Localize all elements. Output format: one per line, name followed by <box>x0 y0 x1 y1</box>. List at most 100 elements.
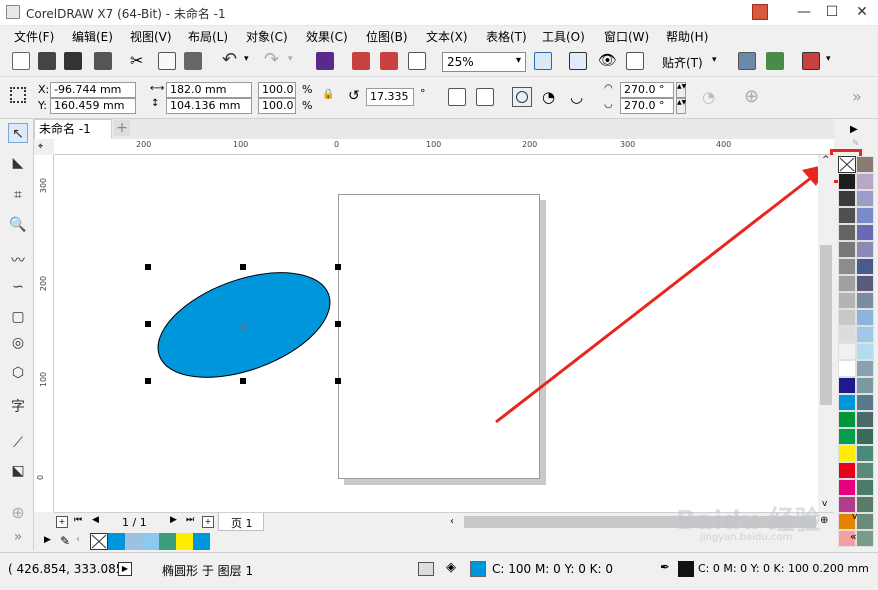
document-color-swatch[interactable] <box>176 533 193 550</box>
publish-pdf-icon[interactable] <box>408 52 426 70</box>
rectangle-tool-icon[interactable]: ▢ <box>8 307 28 327</box>
menu-item[interactable]: 位图(B) <box>366 28 408 45</box>
lock-ratio-icon[interactable]: 🔒 <box>322 89 334 100</box>
page-tab[interactable]: 页 1 <box>218 513 264 531</box>
color-swatch[interactable] <box>856 513 874 530</box>
chevron-down-icon[interactable]: ▾ <box>826 54 831 64</box>
palette-eyedropper-icon[interactable]: ✎ <box>852 139 860 149</box>
cut-icon[interactable]: ✂ <box>130 51 143 70</box>
ellipse-tool-icon[interactable]: ◎ <box>8 333 28 353</box>
paste-icon[interactable] <box>184 52 202 70</box>
menu-item[interactable]: 文本(X) <box>426 28 468 45</box>
color-swatch[interactable] <box>856 360 874 377</box>
overflow-chevron-icon[interactable]: » <box>8 527 28 547</box>
text-tool-icon[interactable]: 字 <box>8 397 28 417</box>
color-swatch[interactable] <box>838 224 856 241</box>
close-button[interactable]: ✕ <box>848 0 876 26</box>
change-direction-icon[interactable]: ◔ <box>702 88 715 106</box>
import-icon[interactable] <box>352 52 370 70</box>
menu-item[interactable]: 效果(C) <box>306 28 348 45</box>
x-position-input[interactable]: -96.744 mm <box>50 82 136 98</box>
menu-item[interactable]: 对象(C) <box>246 28 288 45</box>
status-play-icon[interactable]: ▶ <box>118 562 132 576</box>
color-swatch[interactable] <box>856 411 874 428</box>
play-icon[interactable]: ▶ <box>44 535 51 545</box>
add-tool-icon[interactable]: ⊕ <box>8 503 28 523</box>
menu-item[interactable]: 视图(V) <box>130 28 172 45</box>
application-launcher-icon[interactable] <box>802 52 820 70</box>
color-swatch[interactable] <box>856 241 874 258</box>
selection-handle[interactable] <box>335 378 341 384</box>
color-swatch[interactable] <box>838 275 856 292</box>
color-swatch[interactable] <box>838 479 856 496</box>
color-swatch[interactable] <box>856 326 874 343</box>
y-position-input[interactable]: 160.459 mm <box>50 98 136 114</box>
color-swatch[interactable] <box>856 258 874 275</box>
undo-dropdown-icon[interactable]: ▾ <box>244 54 249 64</box>
color-swatch[interactable] <box>856 445 874 462</box>
export-icon[interactable] <box>380 52 398 70</box>
minimize-button[interactable]: — <box>790 0 818 26</box>
menu-item[interactable]: 工具(O) <box>542 28 585 45</box>
selection-handle[interactable] <box>145 378 151 384</box>
last-page-icon[interactable]: ⏭ <box>186 515 194 525</box>
add-icon[interactable]: ⊕ <box>744 86 759 107</box>
color-swatch[interactable] <box>838 394 856 411</box>
color-swatch[interactable] <box>856 428 874 445</box>
document-color-swatch[interactable] <box>159 533 176 550</box>
selection-handle[interactable] <box>145 321 151 327</box>
palette-scroll-right-icon[interactable]: ▶ <box>850 124 858 135</box>
maximize-button[interactable]: ☐ <box>818 0 846 26</box>
previous-page-icon[interactable]: ◀ <box>92 515 99 525</box>
scroll-thumb[interactable] <box>820 245 832 405</box>
menu-item[interactable]: 编辑(E) <box>72 28 113 45</box>
height-input[interactable]: 104.136 mm <box>166 98 252 114</box>
scroll-left-icon[interactable]: ‹ <box>76 534 80 545</box>
no-color-swatch[interactable] <box>90 533 108 550</box>
menu-item[interactable]: 布局(L) <box>188 28 228 45</box>
welcome-screen-icon[interactable] <box>738 52 756 70</box>
color-swatch[interactable] <box>838 258 856 275</box>
scroll-left-icon[interactable]: ‹ <box>450 516 454 527</box>
color-swatch[interactable] <box>838 445 856 462</box>
color-swatch[interactable] <box>856 224 874 241</box>
vertical-scrollbar[interactable]: ^ v <box>818 155 834 512</box>
color-swatch[interactable] <box>838 377 856 394</box>
color-swatch[interactable] <box>856 156 874 173</box>
color-swatch[interactable] <box>856 479 874 496</box>
rotation-angle-input[interactable]: 17.335 <box>366 88 414 106</box>
color-swatch[interactable] <box>856 190 874 207</box>
color-swatch[interactable] <box>856 275 874 292</box>
color-swatch[interactable] <box>856 377 874 394</box>
artistic-media-tool-icon[interactable]: ∽ <box>8 277 28 297</box>
color-swatch[interactable] <box>838 428 856 445</box>
end-angle-input[interactable]: 270.0 ° <box>620 98 674 114</box>
freehand-tool-icon[interactable]: 〰 <box>8 251 28 271</box>
selection-handle[interactable] <box>335 321 341 327</box>
color-swatch[interactable] <box>856 462 874 479</box>
copy-icon[interactable] <box>158 52 176 70</box>
color-swatch[interactable] <box>838 309 856 326</box>
save-icon[interactable] <box>64 52 82 70</box>
pie-mode-icon[interactable]: ◔ <box>542 88 555 106</box>
undo-icon[interactable]: ↶ <box>222 49 237 70</box>
selection-handle[interactable] <box>145 264 151 270</box>
eyedropper-icon[interactable]: ✎ <box>60 534 70 548</box>
ellipse-shape[interactable]: × <box>150 262 340 386</box>
zoom-fit-icon[interactable] <box>534 52 552 70</box>
selection-handle[interactable] <box>240 378 246 384</box>
shape-tool-icon[interactable]: ◣ <box>8 153 28 173</box>
new-document-icon[interactable] <box>12 52 30 70</box>
pick-tool-icon[interactable]: ↖ <box>8 123 28 143</box>
color-swatch[interactable] <box>856 530 874 547</box>
color-swatch[interactable] <box>856 173 874 190</box>
color-swatch[interactable] <box>838 360 856 377</box>
view-icon[interactable]: 👁 <box>598 51 617 69</box>
crop-tool-icon[interactable]: ⌗ <box>8 185 28 205</box>
document-color-swatch[interactable] <box>125 533 142 550</box>
width-input[interactable]: 182.0 mm <box>166 82 252 98</box>
parallel-dimension-tool-icon[interactable]: ⟋ <box>8 433 28 453</box>
palette-expand-icon[interactable]: « <box>850 530 857 543</box>
color-swatch[interactable] <box>838 292 856 309</box>
color-swatch[interactable] <box>838 496 856 513</box>
